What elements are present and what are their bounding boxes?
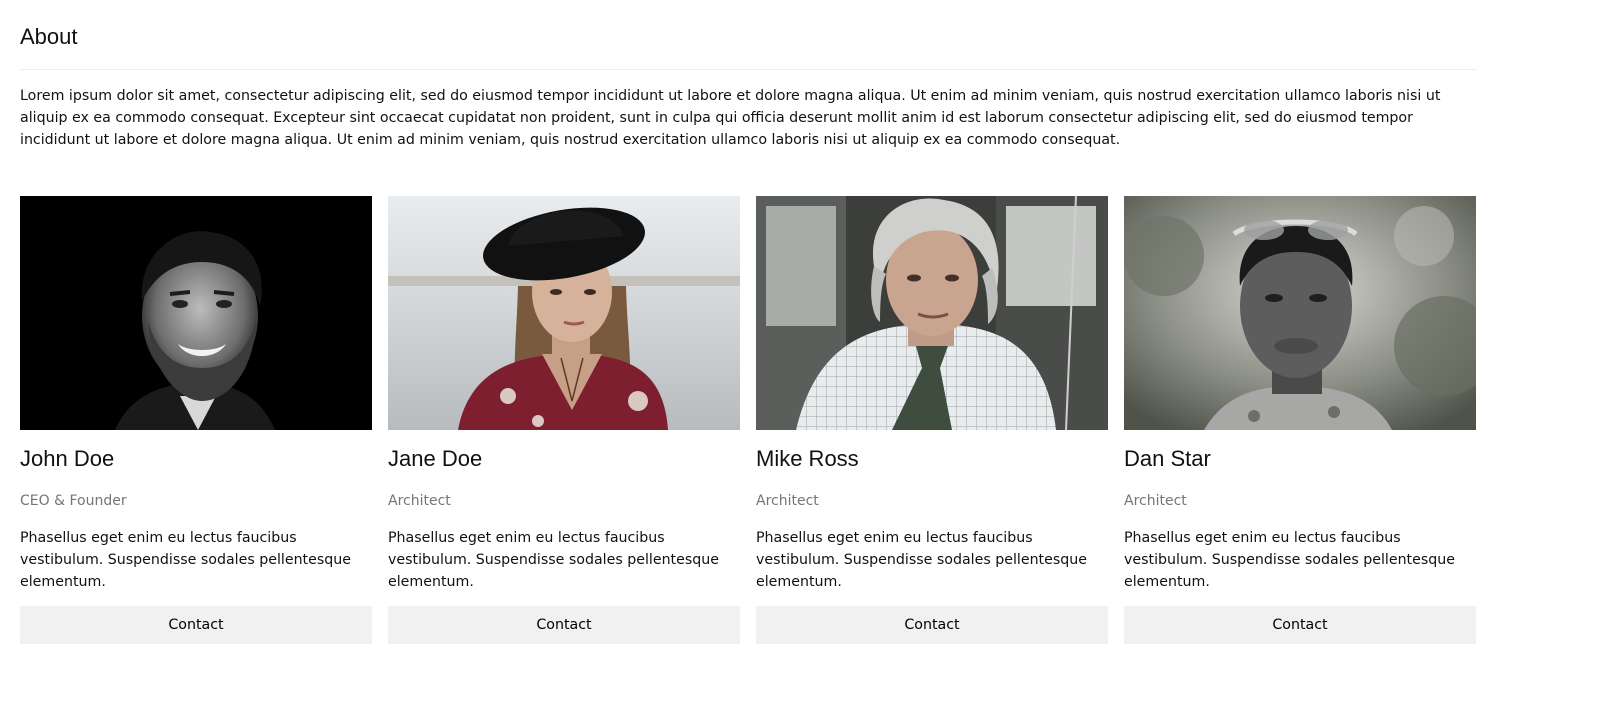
photo-john-doe (20, 196, 372, 430)
member-name: Mike Ross (756, 446, 859, 471)
contact-button[interactable]: Contact (756, 606, 1108, 644)
member-name: John Doe (20, 446, 115, 471)
member-title: CEO & Founder (20, 493, 127, 509)
team-card-jane-doe: Jane Doe Architect Phasellus eget enim e… (388, 196, 740, 645)
contact-button[interactable]: Contact (388, 606, 740, 644)
member-description: Phasellus eget enim eu lectus faucibus v… (20, 530, 351, 590)
photo-jane-doe (388, 196, 740, 430)
portrait-image (1124, 196, 1476, 430)
team-card-john-doe: John Doe CEO & Founder Phasellus eget en… (20, 196, 372, 645)
member-name: Jane Doe (388, 446, 483, 471)
team-card-mike-ross: Mike Ross Architect Phasellus eget enim … (756, 196, 1108, 645)
member-title: Architect (388, 493, 451, 509)
title-divider (20, 69, 1477, 70)
portrait-image (756, 196, 1108, 430)
about-paragraph: Lorem ipsum dolor sit amet, consectetur … (20, 88, 1441, 148)
photo-mike-ross (756, 196, 1108, 430)
portrait-image (20, 196, 372, 430)
team-card-dan-star: Dan Star Architect Phasellus eget enim e… (1124, 196, 1476, 645)
contact-button[interactable]: Contact (20, 606, 372, 644)
member-description: Phasellus eget enim eu lectus faucibus v… (388, 530, 719, 590)
member-description: Phasellus eget enim eu lectus faucibus v… (1124, 530, 1455, 590)
member-description: Phasellus eget enim eu lectus faucibus v… (756, 530, 1087, 590)
portrait-image (388, 196, 740, 430)
member-title: Architect (756, 493, 819, 509)
member-title: Architect (1124, 493, 1187, 509)
photo-dan-star (1124, 196, 1476, 430)
team-row: John Doe CEO & Founder Phasellus eget en… (20, 196, 1477, 645)
contact-button[interactable]: Contact (1124, 606, 1476, 644)
page-title: About (20, 24, 78, 49)
member-name: Dan Star (1124, 446, 1211, 471)
